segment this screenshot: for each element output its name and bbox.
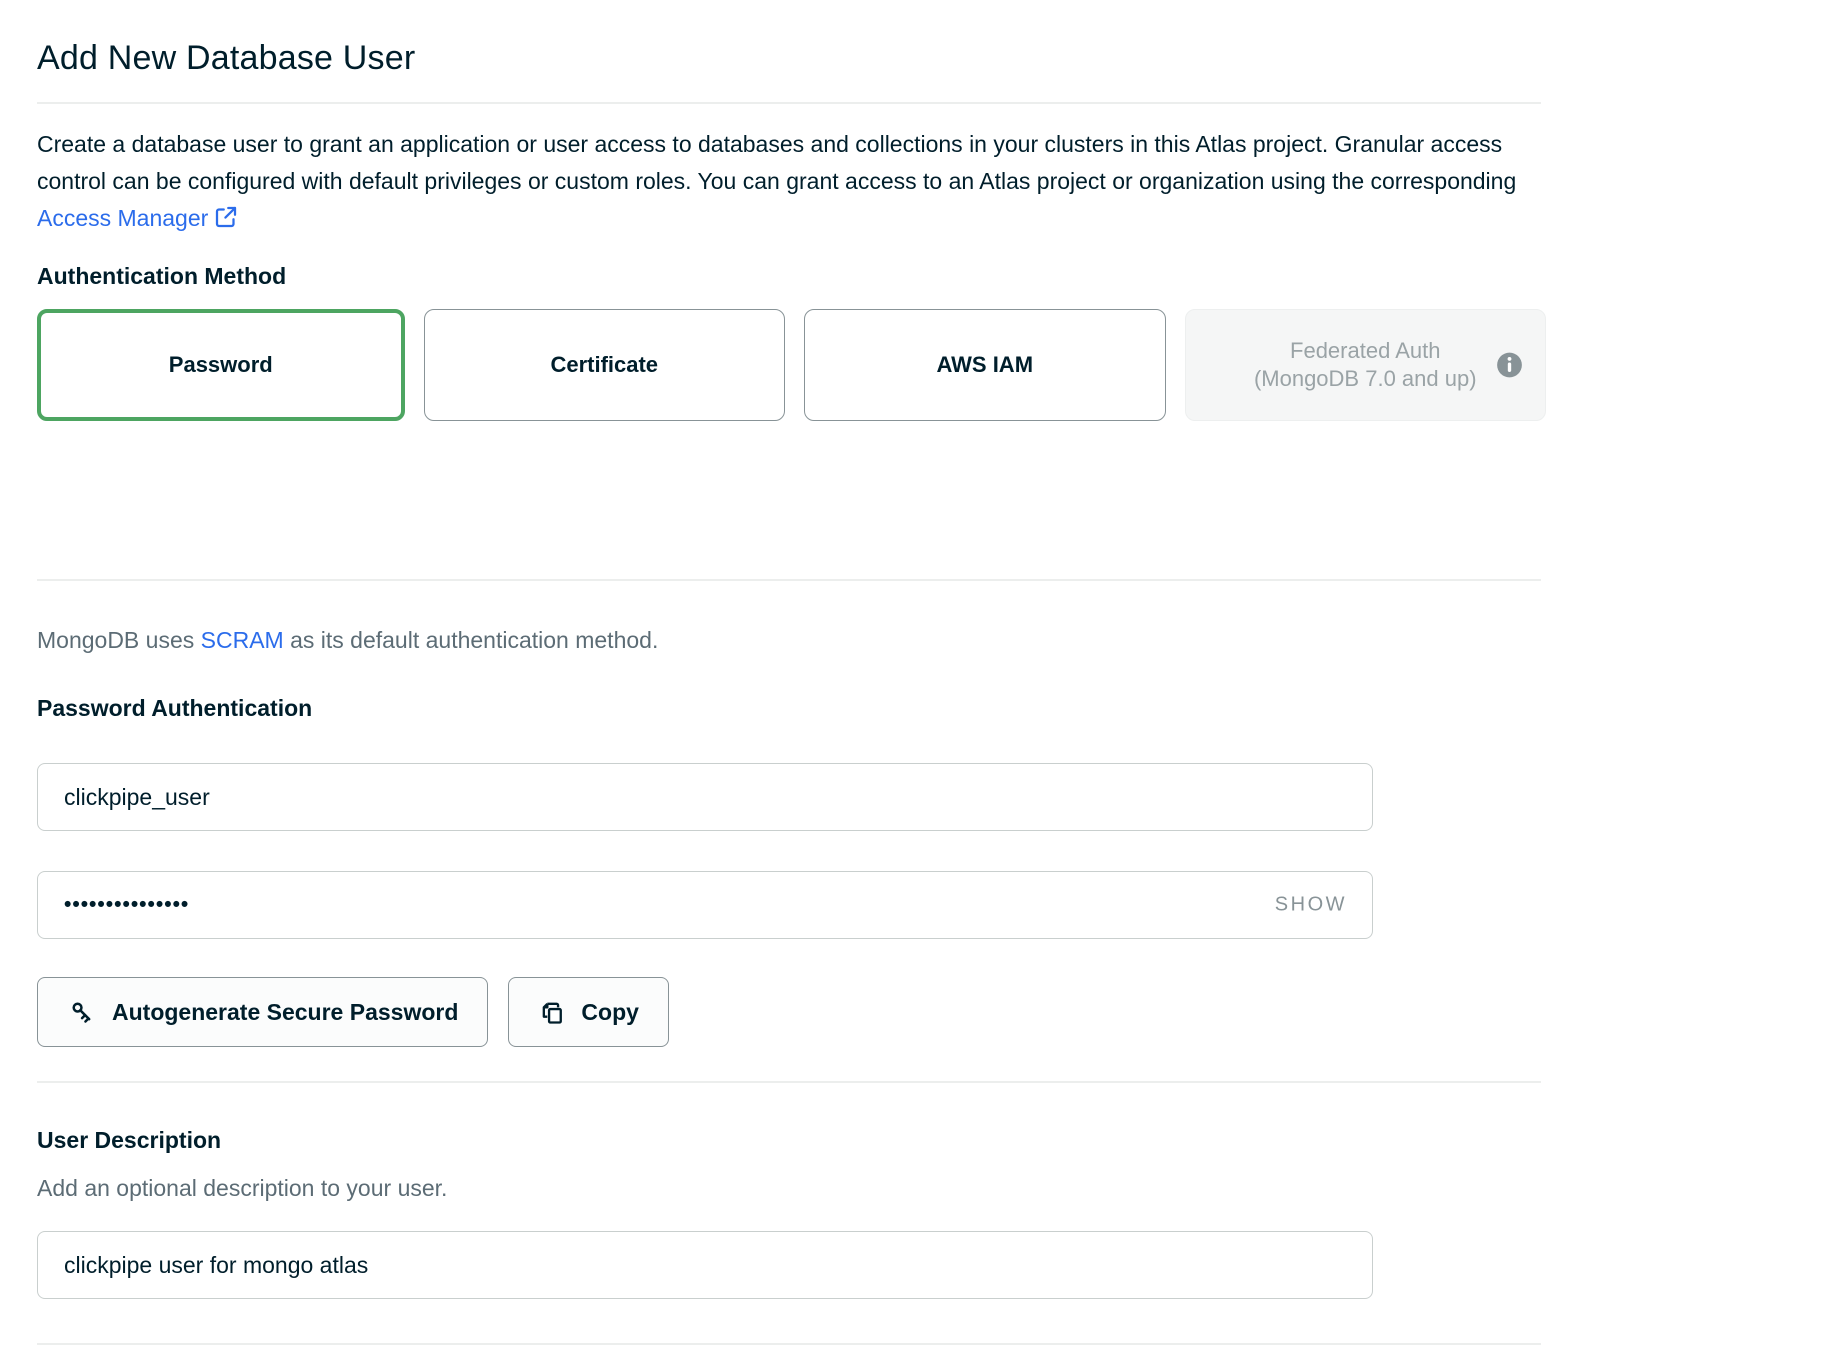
autogenerate-password-label: Autogenerate Secure Password <box>112 999 458 1026</box>
password-authentication-heading: Password Authentication <box>37 693 1846 723</box>
password-actions: Autogenerate Secure Password Copy <box>37 977 1846 1047</box>
auth-method-options: Password Certificate AWS IAM Federated A… <box>37 309 1546 421</box>
scram-note-after: as its default authentication method. <box>284 627 659 653</box>
user-description-subtext: Add an optional description to your user… <box>37 1171 1846 1205</box>
divider <box>37 102 1541 104</box>
autogenerate-password-button[interactable]: Autogenerate Secure Password <box>37 977 488 1047</box>
info-icon[interactable] <box>1496 352 1523 379</box>
key-icon <box>67 997 97 1027</box>
federated-auth-label-line2: (MongoDB 7.0 and up) <box>1254 365 1477 393</box>
scram-link[interactable]: SCRAM <box>201 627 284 653</box>
intro-text: Create a database user to grant an appli… <box>37 126 1537 237</box>
user-description-input[interactable] <box>37 1231 1373 1299</box>
page-title: Add New Database User <box>37 36 1846 80</box>
access-manager-link[interactable]: Access Manager <box>37 205 238 231</box>
federated-auth-label-line1: Federated Auth <box>1290 337 1440 365</box>
copy-password-label: Copy <box>581 999 639 1026</box>
auth-option-federated-auth: Federated Auth (MongoDB 7.0 and up) <box>1185 309 1547 421</box>
scram-note: MongoDB uses SCRAM as its default authen… <box>37 623 1846 657</box>
divider <box>37 1343 1541 1345</box>
scram-note-before: MongoDB uses <box>37 627 201 653</box>
divider <box>37 579 1541 581</box>
add-new-database-user-panel: Add New Database User Create a database … <box>0 0 1846 1345</box>
auth-option-aws-iam[interactable]: AWS IAM <box>804 309 1166 421</box>
copy-icon <box>538 998 566 1026</box>
username-input[interactable] <box>37 763 1373 831</box>
intro-text-body: Create a database user to grant an appli… <box>37 131 1516 194</box>
external-link-icon <box>214 205 238 229</box>
password-input[interactable] <box>37 871 1373 939</box>
auth-option-password[interactable]: Password <box>37 309 405 421</box>
copy-password-button[interactable]: Copy <box>508 977 669 1047</box>
user-description-heading: User Description <box>37 1125 1846 1155</box>
divider <box>37 1081 1541 1083</box>
show-password-button[interactable]: SHOW <box>1275 894 1347 917</box>
auth-option-certificate[interactable]: Certificate <box>424 309 786 421</box>
password-field-wrap: SHOW <box>37 871 1373 939</box>
authentication-method-heading: Authentication Method <box>37 261 1846 291</box>
